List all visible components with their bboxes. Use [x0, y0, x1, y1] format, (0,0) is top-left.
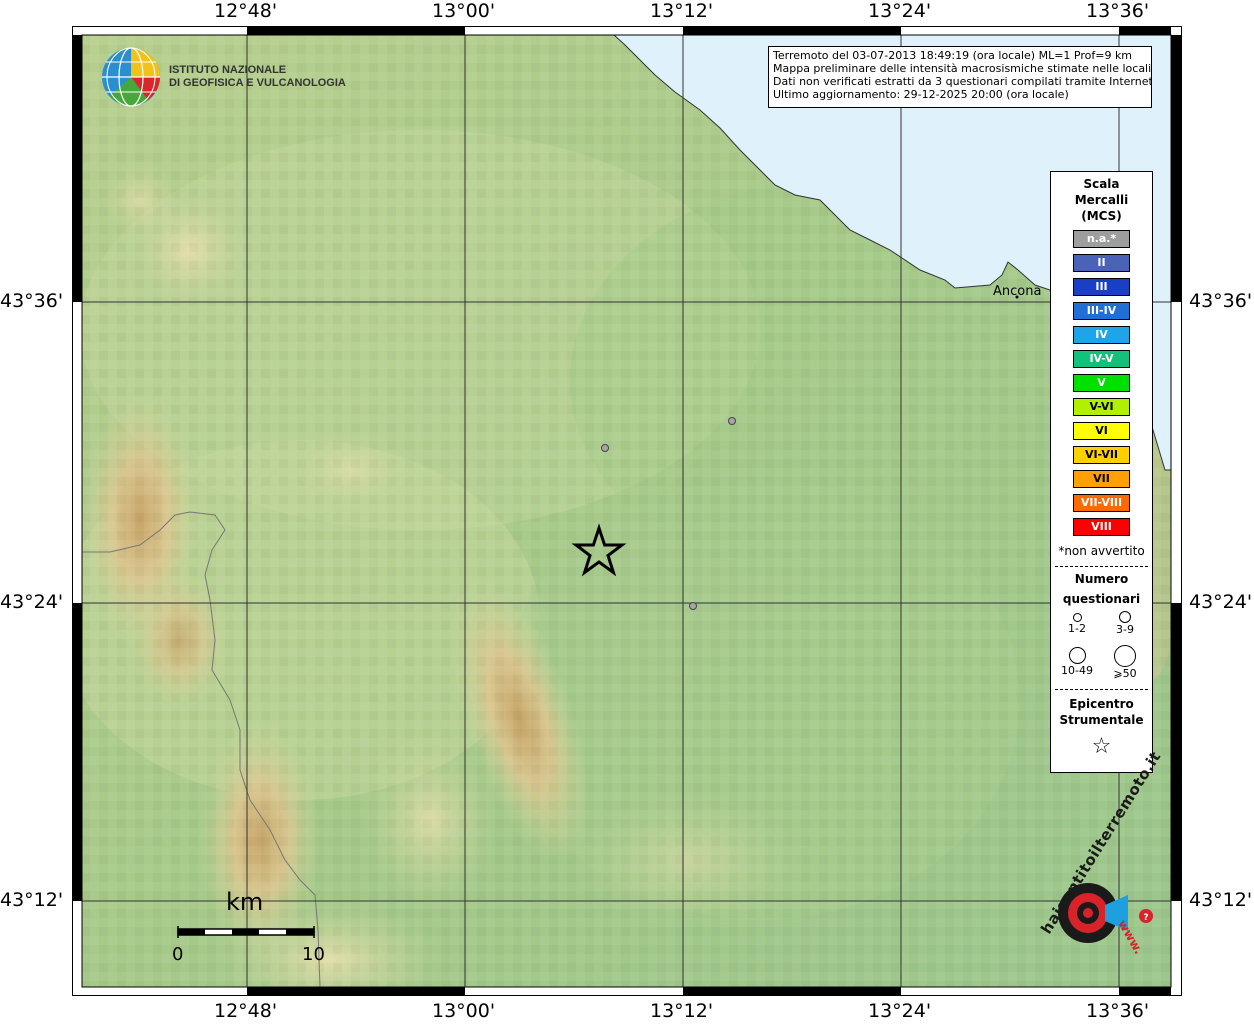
- mcs-item: IV-V: [1073, 350, 1130, 368]
- mcs-item: VI-VII: [1073, 446, 1130, 464]
- axis-label-left: 43°24': [0, 591, 64, 613]
- mcs-item: V: [1073, 374, 1130, 392]
- legend-title-line-2: Mercalli: [1074, 193, 1129, 207]
- axis-label-bottom: 13°24': [868, 1000, 932, 1022]
- questionnaire-marker[interactable]: [689, 602, 697, 610]
- questionari-title-line-2: questionari: [1062, 592, 1141, 606]
- questionari-title-line-1: Numero: [1074, 572, 1129, 586]
- mcs-item: VIII: [1073, 518, 1130, 536]
- mcs-item: II: [1073, 254, 1130, 272]
- event-info-box: Terremoto del 03-07-2013 18:49:19 (ora l…: [768, 46, 1152, 108]
- mcs-item: III-IV: [1073, 302, 1130, 320]
- mcs-item: VII-VIII: [1073, 494, 1130, 512]
- axis-label-left: 43°36': [0, 290, 64, 312]
- legend-title-line-3: (MCS): [1081, 209, 1122, 223]
- mcs-scale-list: n.a.* II III III-IV IV IV-V V V-VI VI VI-VII VII VI…: [1051, 230, 1152, 536]
- event-info-line-3: Dati non verificati estratti da 3 questi…: [773, 75, 1152, 88]
- q-symbol-1-2: 1-2: [1057, 613, 1097, 635]
- ingv-logo-icon: [102, 47, 160, 107]
- event-info-line-2: Mappa preliminare delle intensità macros…: [773, 62, 1152, 75]
- axis-label-top: 13°00': [432, 0, 496, 22]
- axis-label-right: 43°12': [1189, 889, 1253, 911]
- mcs-item: n.a.*: [1073, 230, 1130, 248]
- axis-label-right: 43°24': [1189, 591, 1253, 613]
- q-label: ⩾50: [1113, 667, 1137, 680]
- circle-large-icon: [1068, 647, 1086, 664]
- epicenter-legend-star-icon: ☆: [1091, 734, 1112, 759]
- axis-label-top: 13°36': [1086, 0, 1150, 22]
- legend-divider: [1055, 689, 1148, 690]
- questionnaire-marker[interactable]: [601, 444, 609, 452]
- axis-label-top: 13°24': [868, 0, 932, 22]
- axis-label-bottom: 13°12': [650, 1000, 714, 1022]
- mcs-item: V-VI: [1073, 398, 1130, 416]
- axis-label-bottom: 13°00': [432, 1000, 496, 1022]
- legend-divider: [1055, 566, 1148, 567]
- axis-label-bottom: 12°48': [214, 1000, 278, 1022]
- q-symbol-3-9: 3-9: [1105, 611, 1145, 636]
- epicentro-title: Epicentro Strumentale: [1051, 696, 1152, 728]
- q-label: 3-9: [1116, 623, 1134, 636]
- questionari-title: Numero questionari: [1051, 569, 1152, 609]
- axis-label-left: 43°12': [0, 889, 64, 911]
- legend-panel: Scala Mercalli (MCS) n.a.* II III III-IV IV I…: [1050, 171, 1153, 773]
- q-symbol-10-49: 10-49: [1057, 647, 1097, 677]
- questionari-symbols: 1-2 3-9 10-49 ⩾50: [1051, 609, 1152, 681]
- q-label: 1-2: [1068, 622, 1086, 635]
- axis-label-bottom: 13°36': [1086, 1000, 1150, 1022]
- epicentro-title-line-2: Strumentale: [1059, 713, 1144, 727]
- logo-line-2: DI GEOFISICA E VULCANOLOGIA: [169, 77, 346, 89]
- circle-xlarge-icon: [1114, 645, 1136, 667]
- event-info-line-4: Ultimo aggiornamento: 29-12-2025 20:00 (…: [773, 88, 1069, 101]
- mcs-item: VII: [1073, 470, 1130, 488]
- scale-bar-title: km: [226, 888, 264, 916]
- mcs-item: IV: [1073, 326, 1130, 344]
- circle-medium-icon: [1119, 611, 1131, 623]
- ingv-logo-text: ISTITUTO NAZIONALE DI GEOFISICA E VULCAN…: [169, 64, 346, 90]
- legend-title-line-1: Scala: [1083, 177, 1120, 191]
- axis-label-top: 13°12': [650, 0, 714, 22]
- legend-title: Scala Mercalli (MCS): [1051, 176, 1152, 224]
- scale-bar-min: 0: [172, 944, 184, 965]
- axis-label-top: 12°48': [214, 0, 278, 22]
- questionnaire-marker[interactable]: [728, 417, 736, 425]
- epicentro-title-line-1: Epicentro: [1069, 697, 1134, 711]
- mcs-item: VI: [1073, 422, 1130, 440]
- svg-text:?: ?: [1143, 913, 1148, 923]
- q-symbol-50: ⩾50: [1105, 645, 1145, 680]
- logo-line-1: ISTITUTO NAZIONALE: [169, 64, 287, 76]
- q-label: 10-49: [1061, 664, 1093, 677]
- event-info-line-1: Terremoto del 03-07-2013 18:49:19 (ora l…: [773, 49, 1133, 62]
- circle-small-icon: [1072, 613, 1082, 622]
- mcs-item: III: [1073, 278, 1130, 296]
- axis-label-right: 43°36': [1189, 290, 1253, 312]
- legend-note: *non avvertito: [1058, 544, 1145, 558]
- scale-bar-max: 10: [302, 944, 325, 965]
- city-label-ancona: Ancona: [993, 284, 1042, 299]
